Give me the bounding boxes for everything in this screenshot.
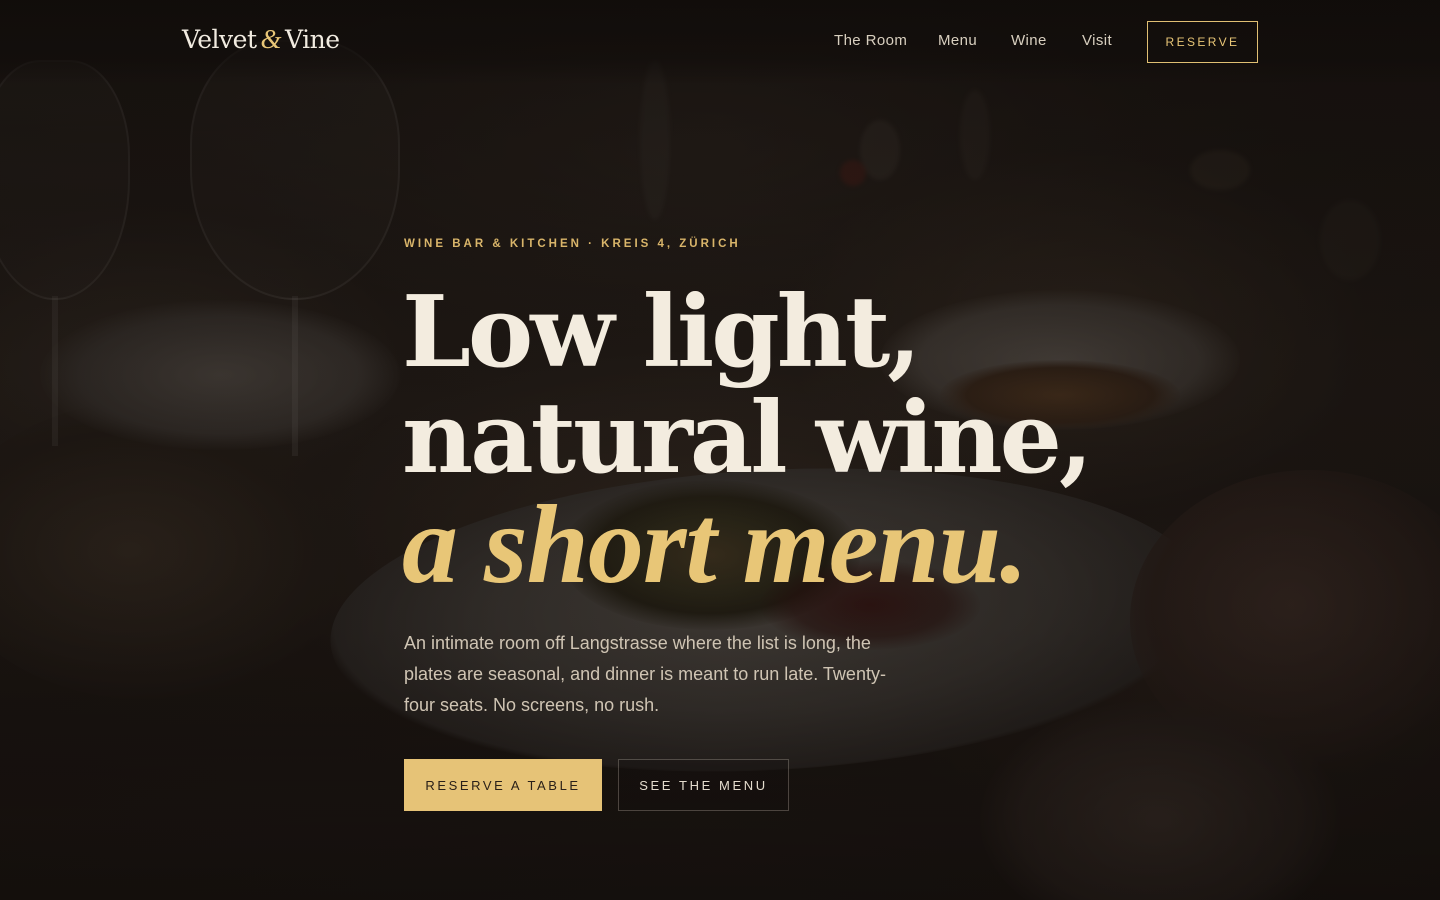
reserve-button[interactable]: RESERVE <box>1147 21 1258 63</box>
nav-link-wine[interactable]: Wine <box>1011 32 1047 49</box>
brand-logo[interactable]: Velvet & Vine <box>182 24 340 55</box>
headline-line-1: Low light, <box>402 275 921 390</box>
hero-headline: Low light, natural wine, a short menu. <box>402 275 1162 607</box>
nav-link-menu[interactable]: Menu <box>938 32 977 49</box>
hero-eyebrow: WINE BAR & KITCHEN · KREIS 4, ZÜRICH <box>404 238 741 250</box>
headline-line-3: a short menu. <box>402 483 1028 607</box>
nav-link-the-room[interactable]: The Room <box>834 32 907 49</box>
reserve-table-button[interactable]: RESERVE A TABLE <box>404 759 602 811</box>
see-menu-button[interactable]: SEE THE MENU <box>618 759 789 811</box>
headline-line-2: natural wine, <box>402 381 1093 496</box>
nav-link-visit[interactable]: Visit <box>1082 32 1112 49</box>
brand-ampersand: & <box>260 24 282 54</box>
brand-name-first: Velvet <box>182 25 257 54</box>
hero-description: An intimate room off Langstrasse where t… <box>404 633 886 715</box>
brand-name-second: Vine <box>285 25 340 54</box>
top-navigation: Velvet & Vine The Room Menu Wine Visit RES… <box>0 0 1440 84</box>
